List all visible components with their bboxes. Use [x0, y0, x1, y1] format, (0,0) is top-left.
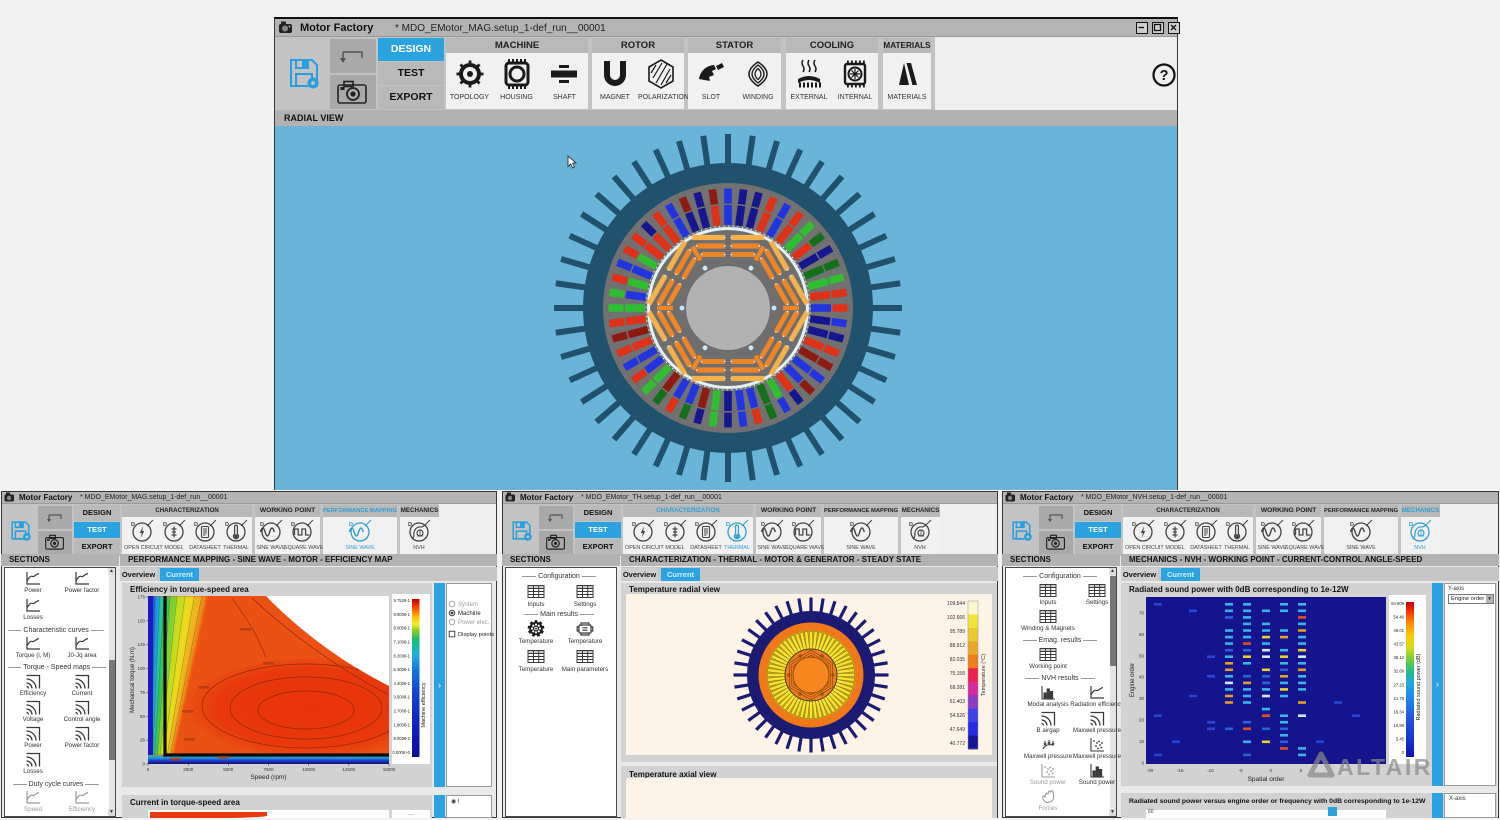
- svg-text:D: D: [1226, 522, 1230, 528]
- svg-text:8.0008-1: 8.0008-1: [393, 626, 410, 631]
- svg-text:9.0008-2: 9.0008-2: [393, 736, 410, 741]
- svg-text:D: D: [1292, 522, 1296, 528]
- svg-text:1.8008-1: 1.8008-1: [393, 722, 410, 727]
- svg-text:D: D: [349, 522, 353, 528]
- svg-text:125: 125: [137, 642, 145, 647]
- svg-text:8.9008-1: 8.9008-1: [393, 612, 410, 617]
- svg-text:0: 0: [147, 767, 150, 772]
- svg-text:25: 25: [140, 738, 146, 743]
- svg-text:Mechanical torque (N.m): Mechanical torque (N.m): [130, 647, 136, 713]
- svg-text:D: D: [909, 522, 913, 528]
- svg-text:D: D: [408, 522, 412, 528]
- svg-text:100: 100: [137, 666, 145, 671]
- svg-text:ALTAIR: ALTAIR: [1337, 754, 1433, 780]
- svg-text:2500: 2500: [183, 767, 194, 772]
- svg-text:5.3008-1: 5.3008-1: [393, 667, 410, 672]
- svg-text:D: D: [131, 522, 135, 528]
- svg-text:D: D: [726, 522, 730, 528]
- svg-text:0.0008+0: 0.0008+0: [392, 750, 410, 755]
- svg-text:2.7008-1: 2.7008-1: [393, 709, 410, 714]
- svg-text:0: 0: [142, 762, 145, 767]
- svg-text:10000: 10000: [302, 767, 315, 772]
- svg-text:?: ?: [1160, 68, 1169, 84]
- svg-text:6.2008-1: 6.2008-1: [393, 653, 410, 658]
- svg-text:Machine efficiency: Machine efficiency: [421, 682, 427, 727]
- svg-text:D: D: [1164, 522, 1168, 528]
- svg-text:D: D: [1195, 522, 1199, 528]
- svg-text:D: D: [163, 522, 167, 528]
- svg-text:D: D: [1261, 522, 1265, 528]
- svg-text:D: D: [260, 522, 264, 528]
- svg-text:D: D: [632, 522, 636, 528]
- svg-text:D: D: [291, 522, 295, 528]
- svg-text:15000: 15000: [383, 767, 396, 772]
- svg-text:5000: 5000: [223, 767, 234, 772]
- svg-text:9.7528-1: 9.7528-1: [393, 598, 410, 603]
- svg-text:D: D: [792, 522, 796, 528]
- svg-text:3.5008-1: 3.5008-1: [393, 695, 410, 700]
- svg-text:D: D: [1132, 522, 1136, 528]
- svg-text:75: 75: [140, 690, 146, 695]
- svg-text:D: D: [695, 522, 699, 528]
- svg-text:Speed (rpm): Speed (rpm): [250, 774, 286, 781]
- svg-text:D: D: [194, 522, 198, 528]
- svg-text:D: D: [225, 522, 229, 528]
- svg-text:7.1008-1: 7.1008-1: [393, 640, 410, 645]
- svg-text:D: D: [761, 522, 765, 528]
- svg-text:D: D: [664, 522, 668, 528]
- svg-text:12500: 12500: [343, 767, 356, 772]
- svg-text:175: 175: [137, 595, 145, 600]
- svg-text:50: 50: [140, 714, 146, 719]
- svg-text:150: 150: [137, 618, 145, 623]
- svg-text:D: D: [850, 522, 854, 528]
- svg-text:D: D: [1350, 522, 1354, 528]
- svg-text:4.4008-1: 4.4008-1: [393, 681, 410, 686]
- svg-text:7500: 7500: [263, 767, 274, 772]
- svg-text:D: D: [1409, 522, 1413, 528]
